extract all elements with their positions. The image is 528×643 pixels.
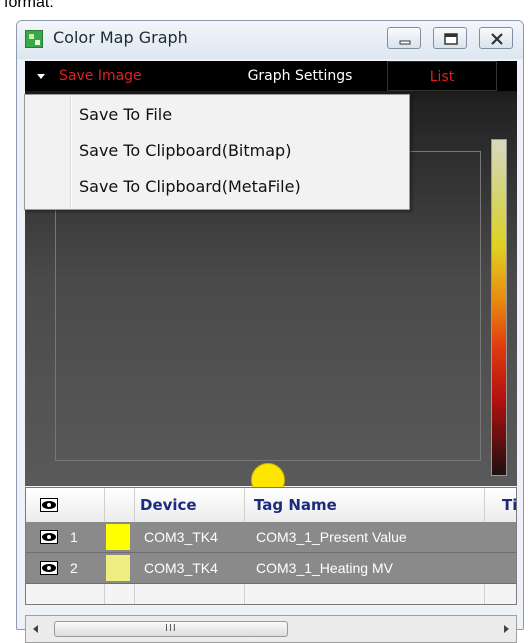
color-swatch[interactable] xyxy=(106,555,130,581)
tab-bar: Save Image Graph Settings List xyxy=(25,61,517,91)
close-icon xyxy=(491,33,503,45)
maximize-button[interactable] xyxy=(433,27,467,49)
device-cell: COM3_TK4 xyxy=(144,529,218,545)
device-cell: COM3_TK4 xyxy=(144,560,218,576)
color-swatch[interactable] xyxy=(106,524,130,550)
tab-list[interactable]: List xyxy=(387,61,497,91)
menu-item-save-to-clipboard-bitmap[interactable]: Save To Clipboard(Bitmap) xyxy=(79,141,291,160)
grid-header: Device Tag Name Ti xyxy=(26,488,516,523)
row-index: 2 xyxy=(70,560,78,576)
minimize-icon xyxy=(399,40,411,45)
eye-icon[interactable] xyxy=(40,561,58,575)
caption-fragment: format: xyxy=(4,0,54,10)
color-scale-bar xyxy=(491,139,507,476)
column-header-tag-name[interactable]: Tag Name xyxy=(254,488,337,522)
table-row[interactable]: 1 COM3_TK4 COM3_1_Present Value xyxy=(26,522,516,553)
column-header-time[interactable]: Ti xyxy=(502,488,516,522)
tab-save-image-label: Save Image xyxy=(59,68,142,84)
menu-gutter xyxy=(70,97,72,207)
app-icon xyxy=(25,30,43,48)
window-title: Color Map Graph xyxy=(53,28,188,47)
close-button[interactable] xyxy=(479,27,513,49)
title-bar[interactable]: Color Map Graph xyxy=(17,21,523,59)
eye-icon[interactable] xyxy=(40,498,58,512)
scroll-grip: III xyxy=(165,623,177,634)
column-header-device[interactable]: Device xyxy=(140,488,197,522)
dropdown-arrow-icon xyxy=(37,74,45,79)
tab-graph-settings[interactable]: Graph Settings xyxy=(230,61,370,91)
scroll-thumb[interactable]: III xyxy=(54,621,288,637)
tag-name-cell: COM3_1_Present Value xyxy=(256,529,407,545)
menu-item-save-to-clipboard-metafile[interactable]: Save To Clipboard(MetaFile) xyxy=(79,177,301,196)
tag-name-cell: COM3_1_Heating MV xyxy=(256,560,393,576)
horizontal-scrollbar[interactable]: III xyxy=(25,615,517,643)
maximize-icon xyxy=(444,33,458,45)
minimize-button[interactable] xyxy=(387,27,421,49)
table-row[interactable]: 2 COM3_TK4 COM3_1_Heating MV xyxy=(26,553,516,584)
menu-item-save-to-file[interactable]: Save To File xyxy=(79,105,172,124)
save-image-menu: Save To File Save To Clipboard(Bitmap) S… xyxy=(24,94,410,210)
tab-save-image[interactable]: Save Image xyxy=(25,61,205,91)
eye-icon[interactable] xyxy=(40,530,58,544)
tag-grid: Device Tag Name Ti 1 COM3_TK4 COM3_1_Pre… xyxy=(25,487,517,605)
row-index: 1 xyxy=(70,529,78,545)
